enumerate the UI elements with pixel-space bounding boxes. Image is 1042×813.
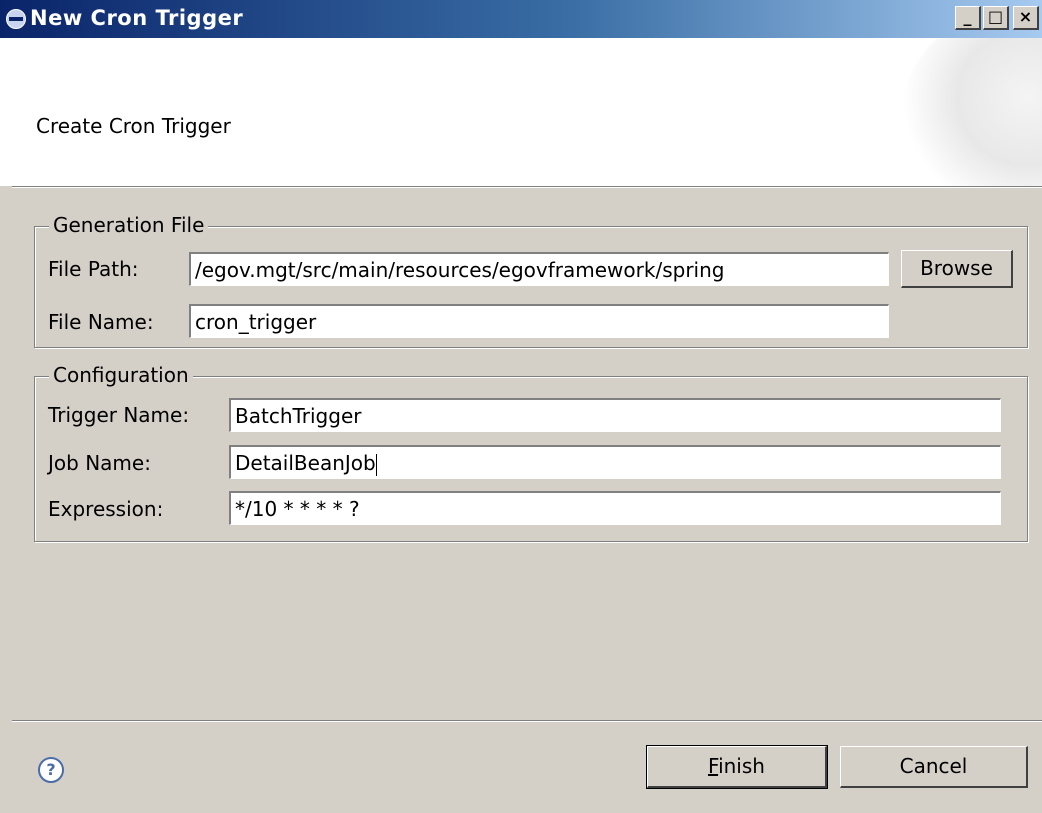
finish-mnemonic: F	[708, 754, 719, 778]
page-title: Create Cron Trigger	[36, 114, 231, 138]
file-name-input[interactable]: cron_trigger	[189, 304, 889, 338]
finish-button[interactable]: Finish	[646, 745, 828, 789]
text-cursor	[375, 453, 377, 476]
generation-file-legend: Generation File	[49, 213, 209, 237]
footer-divider	[12, 720, 1042, 722]
trigger-name-label: Trigger Name:	[48, 403, 190, 427]
cancel-button[interactable]: Cancel	[840, 746, 1028, 788]
job-name-input[interactable]: DetailBeanJob	[229, 445, 1001, 479]
browse-button[interactable]: Browse	[901, 250, 1013, 288]
finish-label: inish	[718, 754, 765, 778]
expression-input[interactable]: */10 * * * * ?	[229, 491, 1001, 525]
help-icon[interactable]: ?	[38, 757, 64, 783]
minimize-button[interactable]: _	[955, 6, 981, 30]
title-bar: New Cron Trigger _ □ ×	[0, 0, 1042, 38]
app-icon	[6, 9, 26, 29]
file-name-label: File Name:	[48, 310, 154, 334]
header-decoration	[902, 38, 1042, 186]
expression-label: Expression:	[48, 497, 164, 521]
maximize-button[interactable]: □	[983, 6, 1009, 30]
close-button[interactable]: ×	[1013, 6, 1039, 30]
window-title: New Cron Trigger	[30, 6, 244, 30]
file-path-label: File Path:	[48, 257, 139, 281]
trigger-name-input[interactable]: BatchTrigger	[229, 398, 1001, 432]
wizard-header: Create Cron Trigger	[0, 38, 1042, 186]
file-path-input[interactable]: /egov.mgt/src/main/resources/egovframewo…	[189, 252, 889, 286]
configuration-legend: Configuration	[49, 363, 193, 387]
header-divider	[12, 186, 1042, 188]
job-name-label: Job Name:	[48, 451, 151, 475]
job-name-value: DetailBeanJob	[235, 451, 376, 475]
